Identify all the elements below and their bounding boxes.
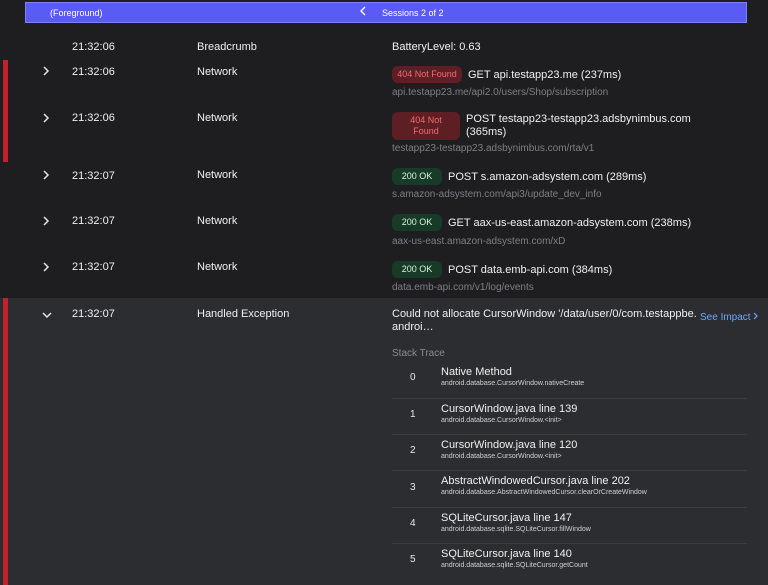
row-description-line: 200 OK POST data.emb-api.com (384ms): [392, 261, 612, 278]
stack-frame[interactable]: 3 AbstractWindowedCursor.java line 202 a…: [392, 471, 747, 508]
row-category: Network: [197, 66, 238, 78]
status-badge-line: 404 Not: [410, 115, 442, 125]
frame-method: AbstractWindowedCursor.java line 202: [441, 475, 630, 487]
status-badge: 404 Not Found: [392, 66, 462, 83]
row-url: testapp23-testapp23.adsbynimbus.com/rta/…: [392, 143, 595, 154]
row-time: 21:32:07: [72, 170, 115, 182]
row-url: data.emb-api.com/v1/log/events: [392, 282, 534, 293]
foreground-label: (Foreground): [50, 7, 103, 18]
frame-index: 0: [410, 372, 416, 383]
stack-frame[interactable]: 0 Native Method android.database.CursorW…: [392, 362, 747, 399]
session-bar: (Foreground) Sessions 2 of 2: [25, 2, 747, 23]
status-badge: 200 OK: [392, 214, 442, 231]
frame-class: android.database.sqlite.SQLiteCursor.get…: [441, 562, 588, 569]
chevron-right-icon: [753, 312, 759, 323]
chevron-right-icon[interactable]: [42, 66, 50, 79]
frame-class: android.database.AbstractWindowedCursor.…: [441, 489, 647, 496]
row-description: POST s.amazon-adsystem.com (289ms): [448, 170, 647, 183]
chevron-right-icon[interactable]: [42, 216, 50, 229]
timeline-row[interactable]: 21:32:07 Network 200 OK POST data.emb-ap…: [0, 254, 768, 298]
row-category: Network: [197, 112, 238, 124]
stack-trace-title: Stack Trace: [392, 348, 445, 359]
row-url: aax-us-east.amazon-adsystem.com/xD: [392, 236, 566, 247]
frame-method: CursorWindow.java line 120: [441, 439, 578, 451]
frame-method: SQLiteCursor.java line 140: [441, 548, 572, 560]
see-impact-link[interactable]: See Impact: [700, 312, 759, 323]
stack-frame[interactable]: 2 CursorWindow.java line 120 android.dat…: [392, 435, 747, 471]
status-badge: 200 OK: [392, 168, 442, 185]
row-description: GET api.testapp23.me (237ms): [468, 68, 622, 81]
row-category: Handled Exception: [197, 308, 290, 320]
frame-class: android.database.CursorWindow.<init>: [441, 453, 562, 460]
sessions-label: Sessions 2 of 2: [382, 7, 444, 18]
row-description-line: 200 OK POST s.amazon-adsystem.com (289ms…: [392, 168, 646, 185]
row-description: GET aax-us-east.amazon-adsystem.com (238…: [448, 216, 692, 229]
chevron-left-icon[interactable]: [359, 6, 367, 19]
row-time: 21:32:07: [72, 215, 115, 227]
row-category: Breadcrumb: [197, 41, 257, 53]
row-description-line: POST testapp23-testapp23.adsbynimbus.com: [466, 113, 691, 125]
chevron-right-icon[interactable]: [42, 113, 50, 126]
row-description: POST data.emb-api.com (384ms): [448, 263, 613, 276]
row-category: Network: [197, 261, 238, 273]
chevron-right-icon[interactable]: [42, 170, 50, 183]
row-time: 21:32:07: [72, 308, 115, 320]
frame-index: 3: [410, 482, 416, 493]
see-impact-label: See Impact: [700, 312, 751, 323]
frame-class: android.database.sqlite.SQLiteCursor.fil…: [441, 526, 591, 533]
status-badge: 200 OK: [392, 261, 442, 278]
exception-message-line: Could not allocate CursorWindow '/data/u…: [392, 308, 697, 320]
stack-frame[interactable]: 4 SQLiteCursor.java line 147 android.dat…: [392, 508, 747, 544]
row-time: 21:32:07: [72, 261, 115, 273]
row-description-line: (365ms): [466, 126, 507, 138]
frame-index: 5: [410, 554, 416, 565]
status-badge: 404 Not Found: [392, 112, 460, 140]
frame-method: SQLiteCursor.java line 147: [441, 512, 572, 524]
frame-method: CursorWindow.java line 139: [441, 403, 578, 415]
timeline-row: 21:32:06 Breadcrumb BatteryLevel: 0.63: [0, 40, 768, 62]
stack-frame[interactable]: 1 CursorWindow.java line 139 android.dat…: [392, 399, 747, 435]
frame-index: 4: [410, 518, 416, 529]
exception-message-line: androi…: [392, 321, 434, 333]
error-indicator-bar: [3, 298, 8, 585]
row-url: s.amazon-adsystem.com/api3/update_dev_in…: [392, 189, 602, 200]
row-time: 21:32:06: [72, 41, 115, 53]
frame-class: android.database.CursorWindow.<init>: [441, 417, 562, 424]
row-time: 21:32:06: [72, 66, 115, 78]
chevron-right-icon[interactable]: [42, 262, 50, 275]
timeline-row[interactable]: 21:32:06 Network 404 Not Found GET api.t…: [0, 60, 768, 106]
chevron-down-icon[interactable]: [42, 310, 52, 322]
frame-index: 2: [410, 445, 416, 456]
frame-method: Native Method: [441, 366, 512, 378]
row-category: Network: [197, 169, 238, 181]
error-indicator-bar: [3, 60, 8, 106]
exception-message: Could not allocate CursorWindow '/data/u…: [392, 308, 697, 334]
row-description: POST testapp23-testapp23.adsbynimbus.com…: [466, 113, 691, 139]
row-description-line: 404 Not Found GET api.testapp23.me (237m…: [392, 66, 621, 83]
row-time: 21:32:06: [72, 112, 115, 124]
status-badge-line: Found: [413, 126, 439, 136]
frame-index: 1: [410, 409, 416, 420]
frame-class: android.database.CursorWindow.nativeCrea…: [441, 380, 585, 387]
timeline-row[interactable]: 21:32:07 Network 200 OK POST s.amazon-ad…: [0, 162, 768, 208]
row-description: BatteryLevel: 0.63: [392, 41, 481, 53]
row-description-line: 200 OK GET aax-us-east.amazon-adsystem.c…: [392, 214, 691, 231]
timeline-row[interactable]: 21:32:06 Network 404 Not Found POST test…: [0, 106, 768, 162]
error-indicator-bar: [3, 106, 8, 162]
timeline-row[interactable]: 21:32:07 Network 200 OK GET aax-us-east.…: [0, 208, 768, 254]
row-category: Network: [197, 215, 238, 227]
stack-frame[interactable]: 5 SQLiteCursor.java line 140 android.dat…: [392, 544, 747, 580]
row-url: api.testapp23.me/api2.0/users/Shop/subsc…: [392, 87, 609, 98]
